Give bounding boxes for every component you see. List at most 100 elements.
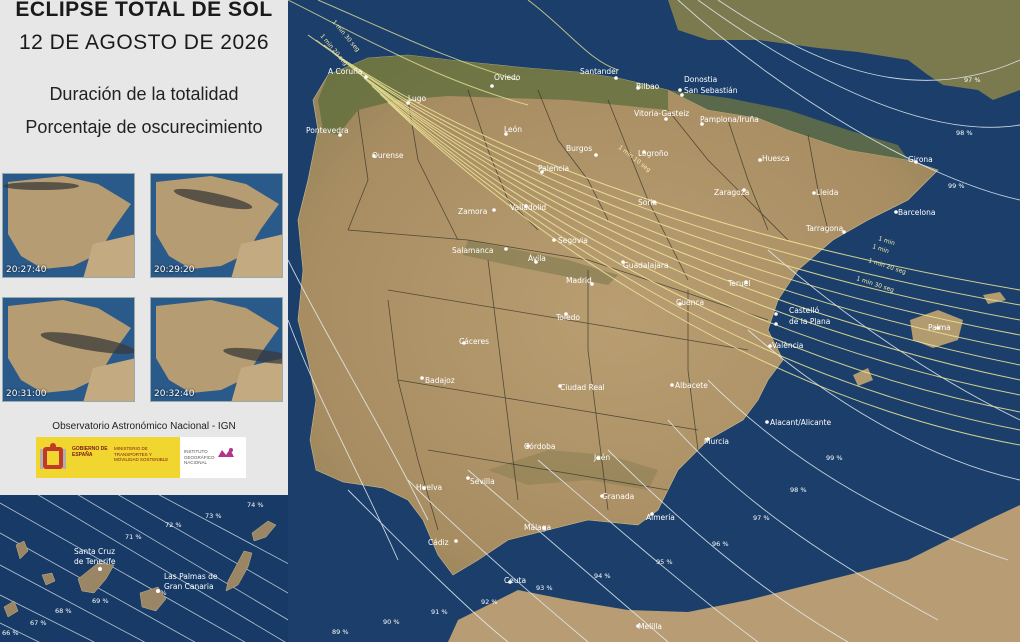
pct-label: 96 % [712,540,729,548]
city-dot [490,84,494,88]
city-label: Ourense [372,151,404,160]
thumbnail-time: 20:29:20 [154,265,195,275]
pct-label: 98 % [956,129,973,137]
city-label-santa-cruz-1: Santa Cruz [74,547,115,556]
city-dot [420,376,424,380]
pct-label: 92 % [481,598,498,606]
city-dot [454,539,458,543]
eclipse-thumbnail-4: 20:32:40 [150,297,283,402]
city-dot [670,383,674,387]
city-dot [774,312,778,316]
city-label: León [504,125,522,134]
city-dot [492,208,496,212]
city-label: València [772,341,803,350]
city-label: Murcia [704,437,729,446]
city-label: Valladolid [510,203,546,212]
thumbnail-time: 20:27:40 [6,265,47,275]
info-panel: ECLIPSE TOTAL DE SOL 12 DE AGOSTO DE 202… [0,0,288,495]
city-label: Vitoria-Gasteiz [634,109,689,118]
pct-label: 99 % [948,182,965,190]
canarias-pct-74: 74 % [247,501,264,509]
ign-mark-icon [218,448,234,457]
city-label: Almería [646,513,675,522]
city-label: Lleida [816,188,838,197]
pct-label: 98 % [790,486,807,494]
city-label: Teruel [727,279,750,288]
panel-title: ECLIPSE TOTAL DE SOL [15,0,273,21]
iberia-map: 1 min 30 seg 1 min 20 seg 1 min 10 seg 1… [288,0,1020,642]
eclipse-thumbnail-2: 20:29:20 [150,173,283,278]
pct-label: 91 % [431,608,448,616]
city-label: Santander [580,67,620,76]
city-label: Málaga [524,523,551,532]
city-label: Pamplona/Iruña [700,115,759,124]
city-label: Badajoz [425,376,455,385]
pct-label: 89 % [332,628,349,636]
city-label: Salamanca [452,246,493,255]
eclipse-thumbnail-3: 20:31:00 [2,297,135,402]
canarias-pct-71: 71 % [125,533,142,541]
city-dot [156,589,160,593]
city-label: Córdoba [524,442,555,451]
city-label: Bilbao [636,82,660,91]
city-label: Soria [638,198,657,207]
city-label: Donostia [684,75,717,84]
city-label: Cuenca [676,298,704,307]
city-label: Palencia [538,164,569,173]
ign-logo: INSTITUTO GEOGRÁFICO NACIONAL [180,437,246,478]
city-label: Cáceres [459,337,489,346]
city-dot [594,153,598,157]
city-label: Guadalajara [623,261,669,270]
city-dot [364,75,368,79]
coat-of-arms-icon [40,443,66,469]
city-label: A Coruña [328,67,363,76]
pct-label: 97 % [964,76,981,84]
panel-date: 12 DE AGOSTO DE 2026 [18,31,270,54]
city-dot [98,567,102,571]
city-label: Albacete [675,381,708,390]
thumbnail-time: 20:32:40 [154,389,195,399]
city-label: Zaragoza [714,188,749,197]
city-label: Jaén [593,453,610,462]
thumbnail-time: 20:31:00 [6,389,47,399]
pct-label: 99 % [826,454,843,462]
city-label: Sevilla [470,477,495,486]
ign-text: INSTITUTO GEOGRÁFICO NACIONAL [184,449,215,465]
legend-percentage: Porcentaje de oscurecimiento [25,117,263,137]
city-label: Oviedo [494,73,521,82]
pct-label: 93 % [536,584,553,592]
city-label: de la Plana [789,317,830,326]
city-label: Ceuta [504,576,526,585]
canarias-pct-68: 68 % [55,607,72,615]
city-dot [774,322,778,326]
pct-label: 94 % [594,572,611,580]
city-label: Girona [908,155,933,164]
city-label: Granada [602,492,634,501]
city-dot [678,88,682,92]
city-label: Cádiz [428,538,449,547]
city-dot [765,420,769,424]
city-dot [504,247,508,251]
city-label: Lugo [408,94,427,103]
city-label: Zamora [458,207,487,216]
city-label: Castelló [789,306,819,315]
city-label: Burgos [566,144,592,153]
canarias-pct-72: 72 % [165,521,182,529]
city-label: Pontevedra [306,126,349,135]
eclipse-thumbnail-1: 20:27:40 [2,173,135,278]
city-label: Ávila [528,254,546,263]
pct-label: 95 % [656,558,673,566]
canary-islands-inset: 74 % 73 % 72 % 71 % 70 % 69 % 68 % 67 % … [0,495,288,642]
gobierno-logo: GOBIERNO DE ESPAÑA MINISTERIO DE TRANSPO… [36,437,180,478]
city-label: Segovia [558,236,588,245]
ministerio-text: MINISTERIO DE TRANSPORTES Y MOVILIDAD SO… [114,446,169,462]
city-label: Huesca [762,154,790,163]
city-label: Palma [928,323,951,332]
city-label-santa-cruz-2: de Tenerife [74,557,116,566]
city-label: Toledo [555,313,580,322]
canarias-pct-67: 67 % [30,619,47,627]
observatory-credit: Observatorio Astronómico Nacional - IGN [52,421,236,432]
city-label: Barcelona [898,208,935,217]
legend-duration: Duración de la totalidad [49,84,239,104]
city-label: Huelva [416,483,442,492]
